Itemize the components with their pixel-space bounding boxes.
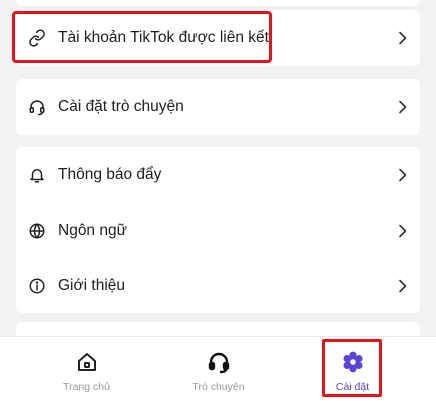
nav-chat[interactable]: Trò chuyện (146, 337, 291, 401)
language-row[interactable]: Ngôn ngữ (16, 203, 420, 259)
language-label: Ngôn ngữ (58, 222, 127, 239)
nav-settings[interactable]: Cài đặt (280, 337, 425, 401)
bell-icon (28, 166, 46, 184)
linked-tiktok-account-row[interactable]: Tài khoản TikTok được liên kết (16, 10, 420, 66)
previous-card-edge (16, 0, 420, 6)
chat-settings-row[interactable]: Cài đặt trò chuyện (16, 79, 420, 135)
general-settings-card: Thông báo đẩy Ngôn ngữ Giới thiệu (16, 147, 420, 313)
nav-settings-label: Cài đặt (335, 381, 370, 393)
globe-icon (28, 222, 46, 240)
chevron-right-icon (396, 31, 408, 45)
chat-settings-card: Cài đặt trò chuyện (16, 79, 420, 135)
chevron-right-icon (396, 279, 408, 293)
chat-settings-label: Cài đặt trò chuyện (58, 98, 184, 115)
headset-icon (28, 98, 46, 116)
info-icon (28, 277, 46, 295)
home-icon (75, 350, 99, 374)
gear-icon (341, 350, 365, 374)
push-notifications-label: Thông báo đẩy (58, 166, 162, 183)
about-row[interactable]: Giới thiệu (16, 258, 420, 314)
linked-tiktok-account-label: Tài khoản TikTok được liên kết (58, 29, 269, 46)
chevron-right-icon (396, 224, 408, 238)
nav-home[interactable]: Trang chủ (14, 337, 159, 401)
bottom-navigation: Trang chủ Trò chuyện Cài đặt (0, 336, 436, 401)
link-icon (28, 29, 46, 47)
nav-home-label: Trang chủ (63, 381, 110, 393)
about-label: Giới thiệu (58, 277, 126, 294)
headset-icon (207, 350, 231, 374)
linked-account-card: Tài khoản TikTok được liên kết (16, 10, 420, 66)
chevron-right-icon (396, 168, 408, 182)
chevron-right-icon (396, 100, 408, 114)
nav-chat-label: Trò chuyện (192, 381, 245, 393)
push-notifications-row[interactable]: Thông báo đẩy (16, 147, 420, 203)
